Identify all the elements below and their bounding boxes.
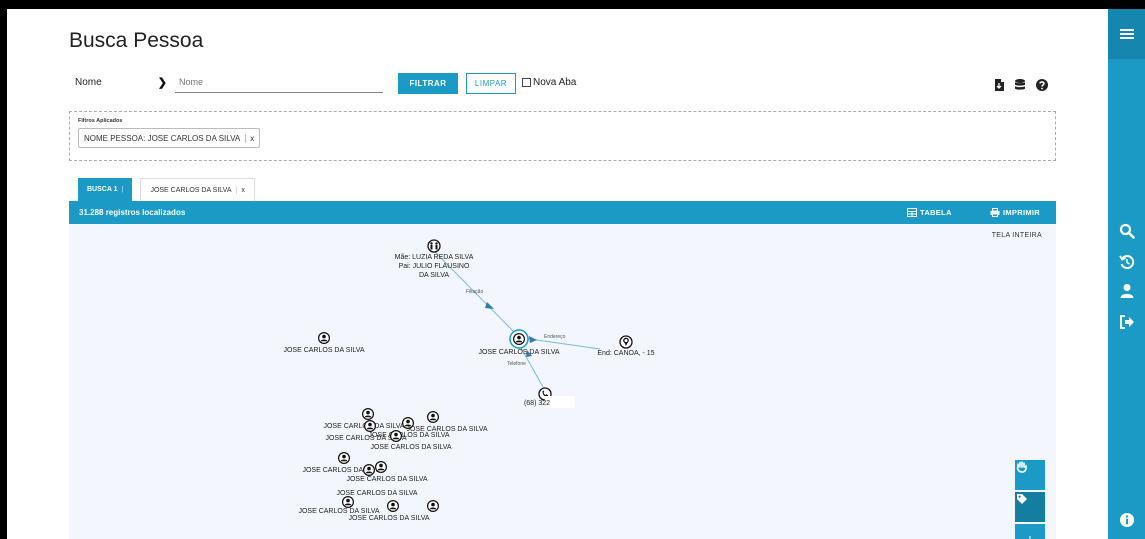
search-input[interactable] xyxy=(175,71,383,93)
filter-row: Nome ❯ FILTRAR LIMPAR Nova Aba xyxy=(69,69,1069,97)
edge-label-telefone: Telefone xyxy=(507,361,526,367)
edge-label-endereco: Endereço xyxy=(544,334,566,340)
person-node-label: JOSE CARLOS DA SILVA xyxy=(336,490,417,497)
table-icon xyxy=(907,208,917,217)
checkbox-box[interactable] xyxy=(522,78,531,87)
nova-aba-label: Nova Aba xyxy=(533,77,577,88)
pan-tool-button[interactable] xyxy=(1015,460,1045,490)
filter-chip-remove-button[interactable]: x xyxy=(245,133,254,143)
tab-divider: | xyxy=(121,186,124,193)
limpar-button[interactable]: LIMPAR xyxy=(466,73,516,94)
graph-node-parents[interactable]: Mãe: LUZIA REDA SILVA Pai: JULIO FLAUSIN… xyxy=(395,239,474,279)
imprimir-button[interactable]: IMPRIMIR xyxy=(990,208,1040,217)
menu-icon xyxy=(1119,29,1134,39)
hand-icon xyxy=(1016,461,1027,473)
person-node-label: JOSE CARLOS DA SILVA xyxy=(370,444,451,451)
database-icon[interactable] xyxy=(1013,78,1027,92)
edge-arrow xyxy=(485,302,494,309)
export-file-icon[interactable] xyxy=(992,78,1006,92)
logout-button[interactable] xyxy=(1118,313,1136,331)
print-icon xyxy=(990,208,1000,217)
parents-line-1: Mãe: LUZIA REDA SILVA xyxy=(395,254,474,261)
address-node-label: End: CANOA, - 15 xyxy=(597,350,654,357)
page-title: Busca Pessoa xyxy=(69,29,204,52)
results-bar: 31.288 registros localizados TABELA IMPR… xyxy=(69,201,1056,224)
edge-label-filiacao: Filiação xyxy=(466,289,483,295)
person-icon xyxy=(364,420,376,432)
relationship-graph[interactable]: TELA INTEIRA Filiação Endereço Telefone … xyxy=(69,224,1056,539)
person-icon xyxy=(318,332,330,344)
person-icon xyxy=(390,430,402,442)
main-frame: Busca Pessoa Nome ❯ FILTRAR LIMPAR Nova … xyxy=(7,9,1108,539)
results-count: 31.288 registros localizados xyxy=(79,208,186,217)
person-icon xyxy=(362,408,374,420)
person-icon xyxy=(342,496,354,508)
field-select-value: Nome xyxy=(75,77,102,88)
filter-chip: NOME PESSOA: JOSE CARLOS DA SILVA x xyxy=(78,128,261,148)
tabela-button[interactable]: TABELA xyxy=(907,208,952,217)
help-icon[interactable] xyxy=(1035,78,1049,92)
logout-icon xyxy=(1120,315,1134,329)
graph-node-person[interactable]: JOSE CARLOS DA SILVA xyxy=(298,496,380,515)
phone-node-label: (68) 322 xyxy=(524,400,550,407)
user-button[interactable] xyxy=(1118,282,1136,300)
tab-label: JOSE CARLOS DA SILVA xyxy=(150,186,232,194)
parents-line-2: Pai: JULIO FLAUSINO xyxy=(399,263,470,270)
result-tabs: BUSCA 1 | JOSE CARLOS DA SILVA | x xyxy=(78,178,255,201)
person-node-label: JOSE CARLOS DA SILVA xyxy=(298,508,379,515)
person-node-label: JOSE CARLOS DA SILVA xyxy=(346,476,427,483)
center-node-label: JOSE CARLOS DA SILVA xyxy=(478,349,559,356)
filtrar-button[interactable]: FILTRAR xyxy=(398,73,458,94)
nova-aba-checkbox[interactable]: Nova Aba xyxy=(522,77,576,88)
edge-arrow xyxy=(529,336,537,343)
parents-line-3: DA SILVA xyxy=(419,272,449,279)
graph-canvas[interactable]: Filiação Endereço Telefone Mãe: LUZIA RE… xyxy=(69,224,1056,539)
zoom-in-button[interactable]: + xyxy=(1015,524,1045,539)
menu-button[interactable] xyxy=(1108,9,1145,59)
plus-icon: + xyxy=(1025,531,1035,539)
right-sidebar xyxy=(1108,9,1145,539)
graph-node-address[interactable]: End: CANOA, - 15 xyxy=(597,335,655,357)
graph-node-person[interactable]: JOSE CARLOS DA SILVA xyxy=(406,411,488,433)
person-icon xyxy=(513,333,525,345)
person-icon xyxy=(363,464,375,476)
applied-filters-label: Filtros Aplicados xyxy=(78,118,123,124)
applied-filters-panel: Filtros Aplicados NOME PESSOA: JOSE CARL… xyxy=(69,111,1056,161)
person-icon xyxy=(387,500,399,512)
info-button[interactable] xyxy=(1118,511,1136,529)
tab-busca-1[interactable]: BUSCA 1 | xyxy=(78,178,133,201)
tab-close-button[interactable]: x xyxy=(241,187,245,194)
search-icon xyxy=(1119,223,1135,239)
field-select[interactable]: Nome ❯ xyxy=(75,73,167,93)
graph-node-person[interactable] xyxy=(427,500,439,512)
person-icon xyxy=(375,461,387,473)
user-icon xyxy=(1120,284,1134,298)
graph-node-person[interactable]: JOSE CARLOS DA SILVA xyxy=(283,332,365,354)
tab-label: BUSCA 1 xyxy=(87,186,118,193)
person-node-label: JOSE CARLOS DA SILVA xyxy=(348,515,429,522)
tab-divider: | xyxy=(235,186,238,194)
tag-tool-button[interactable] xyxy=(1015,492,1045,522)
tab-jose-carlos[interactable]: JOSE CARLOS DA SILVA | x xyxy=(140,178,255,201)
family-icon xyxy=(427,239,441,253)
filter-chip-text: NOME PESSOA: JOSE CARLOS DA SILVA xyxy=(84,133,241,143)
history-icon xyxy=(1119,255,1135,270)
graph-node-phone[interactable]: (68) 322 xyxy=(524,387,575,408)
person-node-label: JOSE CARLOS DA SILVA xyxy=(283,347,364,354)
info-icon xyxy=(1120,513,1134,527)
person-node-label: JOSE CARLOS DA SILVA xyxy=(406,426,487,433)
search-button[interactable] xyxy=(1118,222,1136,240)
person-icon xyxy=(427,500,439,512)
graph-other-nodes: JOSE CARLOS DA SILVA JOSE CARLOS DA SILV… xyxy=(283,332,488,522)
tag-icon xyxy=(1017,494,1027,504)
imprimir-label: IMPRIMIR xyxy=(1003,208,1040,217)
person-icon xyxy=(338,452,350,464)
location-icon xyxy=(619,335,633,349)
chevron-down-icon: ❯ xyxy=(157,77,167,89)
person-icon xyxy=(427,411,439,423)
tabela-label: TABELA xyxy=(920,208,952,217)
history-button[interactable] xyxy=(1118,253,1136,271)
